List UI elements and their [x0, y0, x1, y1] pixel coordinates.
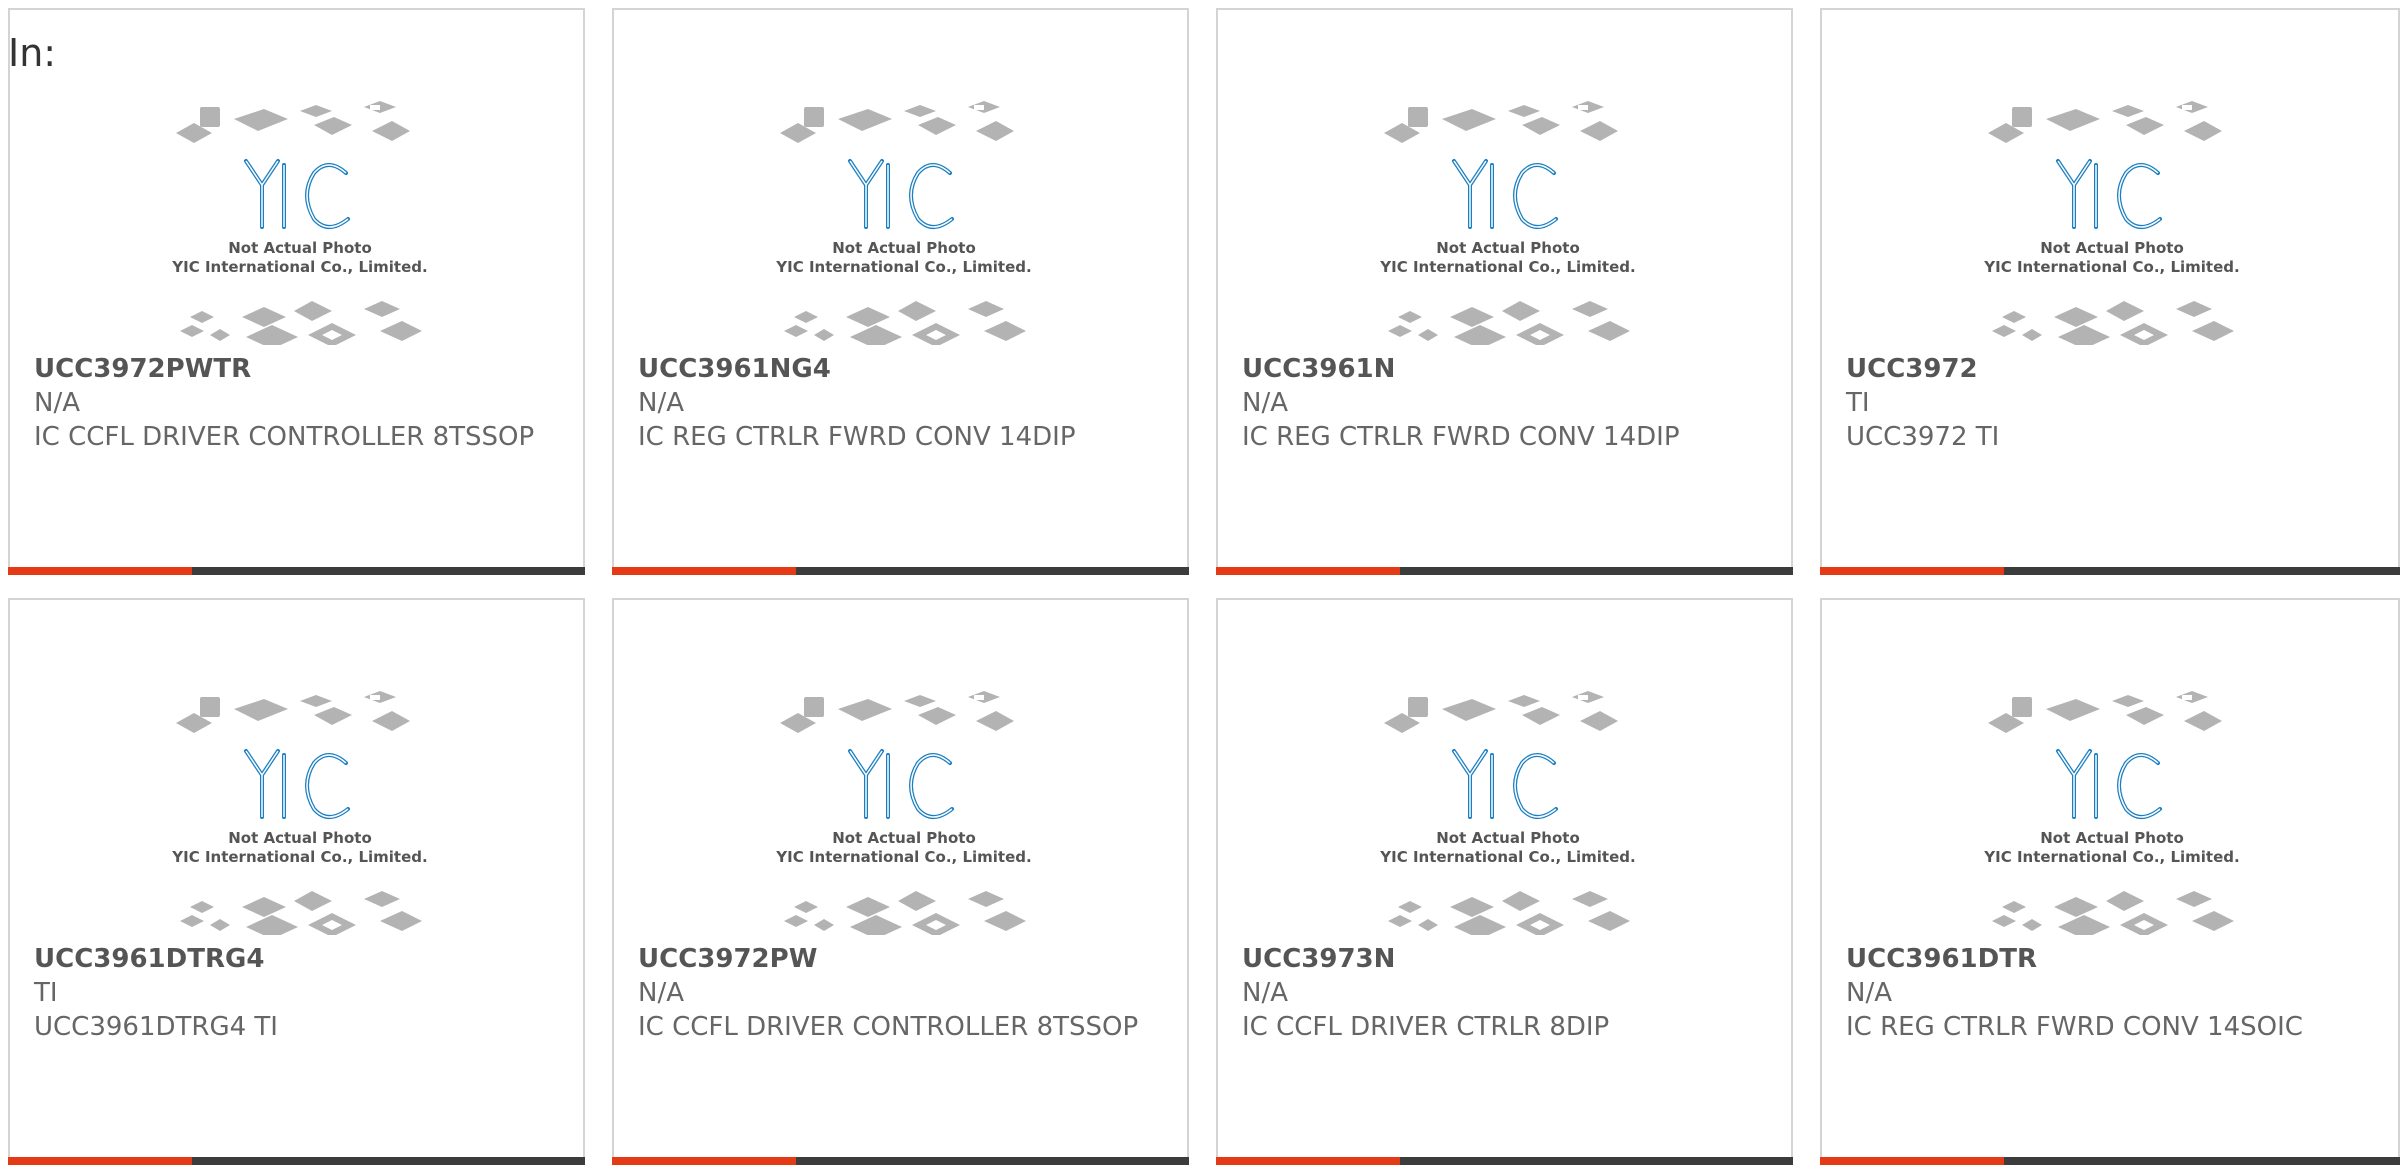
- part-number[interactable]: UCC3972PWTR: [34, 352, 559, 386]
- svg-text:Not Actual Photo: Not Actual Photo: [2040, 239, 2184, 257]
- svg-text:YIC International Co., Limited: YIC International Co., Limited.: [775, 848, 1031, 866]
- svg-text:YIC International Co., Limited: YIC International Co., Limited.: [1983, 848, 2239, 866]
- description: IC REG CTRLR FWRD CONV 14DIP: [638, 422, 1076, 452]
- card-bottom-bar: [1820, 567, 2400, 575]
- svg-text:Not Actual Photo: Not Actual Photo: [228, 829, 372, 847]
- page-heading: In:: [8, 31, 57, 75]
- manufacturer: N/A: [1242, 978, 1288, 1008]
- part-number[interactable]: UCC3973N: [1242, 942, 1767, 976]
- product-info: UCC3961NG4 N/A IC REG CTRLR FWRD CONV 14…: [638, 352, 1163, 454]
- card-bottom-bar: [8, 567, 585, 575]
- not-actual-photo-image: Not Actual Photo YIC International Co., …: [775, 691, 1032, 935]
- card-bottom-bar: [1216, 567, 1793, 575]
- svg-text:YIC International Co., Limited: YIC International Co., Limited.: [1379, 848, 1635, 866]
- product-info: UCC3961DTR N/A IC REG CTRLR FWRD CONV 14…: [1846, 942, 2374, 1044]
- product-card[interactable]: Not Actual Photo YIC International Co., …: [1216, 8, 1793, 575]
- part-number[interactable]: UCC3972PW: [638, 942, 1163, 976]
- product-info: UCC3972PWTR N/A IC CCFL DRIVER CONTROLLE…: [34, 352, 559, 454]
- card-accent: [1216, 567, 1400, 575]
- product-info: UCC3972 TI UCC3972 TI: [1846, 352, 2374, 454]
- description: IC CCFL DRIVER CONTROLLER 8TSSOP: [638, 1012, 1139, 1042]
- svg-text:Not Actual Photo: Not Actual Photo: [832, 829, 976, 847]
- part-number[interactable]: UCC3961DTR: [1846, 942, 2374, 976]
- manufacturer: TI: [1846, 388, 1870, 418]
- card-accent: [8, 567, 192, 575]
- description: UCC3972 TI: [1846, 422, 2000, 452]
- not-actual-photo-image: Not Actual Photo YIC International Co., …: [171, 101, 428, 345]
- product-card[interactable]: Not Actual Photo YIC International Co., …: [8, 598, 585, 1165]
- not-actual-photo-image: Not Actual Photo YIC International Co., …: [171, 691, 428, 935]
- card-accent: [612, 1157, 796, 1165]
- card-bottom-bar: [8, 1157, 585, 1165]
- manufacturer: N/A: [1846, 978, 1892, 1008]
- card-accent: [612, 567, 796, 575]
- card-accent: [1820, 567, 2004, 575]
- not-actual-photo-image: Not Actual Photo YIC International Co., …: [1983, 101, 2240, 345]
- part-number[interactable]: UCC3961N: [1242, 352, 1767, 386]
- svg-text:Not Actual Photo: Not Actual Photo: [2040, 829, 2184, 847]
- product-card[interactable]: Not Actual Photo YIC International Co., …: [612, 598, 1189, 1165]
- manufacturer: N/A: [638, 978, 684, 1008]
- description: IC REG CTRLR FWRD CONV 14SOIC: [1846, 1012, 2303, 1042]
- description: IC CCFL DRIVER CTRLR 8DIP: [1242, 1012, 1610, 1042]
- card-bottom-bar: [1216, 1157, 1793, 1165]
- card-bottom-bar: [612, 1157, 1189, 1165]
- product-card[interactable]: Not Actual Photo YIC International Co., …: [8, 8, 585, 575]
- svg-text:YIC International Co., Limited: YIC International Co., Limited.: [1379, 258, 1635, 276]
- card-bottom-bar: [1820, 1157, 2400, 1165]
- svg-text:YIC International Co., Limited: YIC International Co., Limited.: [171, 258, 427, 276]
- manufacturer: N/A: [34, 388, 80, 418]
- not-actual-photo-image: Not Actual Photo YIC International Co., …: [1983, 691, 2240, 935]
- product-card[interactable]: Not Actual Photo YIC International Co., …: [612, 8, 1189, 575]
- not-actual-photo-image: Not Actual Photo YIC International Co., …: [1379, 691, 1636, 935]
- part-number[interactable]: UCC3961DTRG4: [34, 942, 559, 976]
- product-info: UCC3961DTRG4 TI UCC3961DTRG4 TI: [34, 942, 559, 1044]
- product-grid: Not Actual Photo YIC International Co., …: [8, 8, 2400, 1165]
- description: UCC3961DTRG4 TI: [34, 1012, 278, 1042]
- product-info: UCC3972PW N/A IC CCFL DRIVER CONTROLLER …: [638, 942, 1163, 1044]
- part-number[interactable]: UCC3972: [1846, 352, 2374, 386]
- not-actual-photo-image: Not Actual Photo YIC International Co., …: [775, 101, 1032, 345]
- product-card[interactable]: Not Actual Photo YIC International Co., …: [1820, 8, 2400, 575]
- manufacturer: N/A: [1242, 388, 1288, 418]
- svg-text:YIC International Co., Limited: YIC International Co., Limited.: [775, 258, 1031, 276]
- manufacturer: TI: [34, 978, 58, 1008]
- not-actual-photo-image: Not Actual Photo YIC International Co., …: [1379, 101, 1636, 345]
- manufacturer: N/A: [638, 388, 684, 418]
- part-number[interactable]: UCC3961NG4: [638, 352, 1163, 386]
- card-accent: [8, 1157, 192, 1165]
- product-info: UCC3961N N/A IC REG CTRLR FWRD CONV 14DI…: [1242, 352, 1767, 454]
- svg-text:Not Actual Photo: Not Actual Photo: [832, 239, 976, 257]
- svg-text:Not Actual Photo: Not Actual Photo: [1436, 829, 1580, 847]
- card-accent: [1216, 1157, 1400, 1165]
- card-bottom-bar: [612, 567, 1189, 575]
- product-card[interactable]: Not Actual Photo YIC International Co., …: [1216, 598, 1793, 1165]
- svg-text:Not Actual Photo: Not Actual Photo: [228, 239, 372, 257]
- svg-text:YIC International Co., Limited: YIC International Co., Limited.: [1983, 258, 2239, 276]
- product-card[interactable]: Not Actual Photo YIC International Co., …: [1820, 598, 2400, 1165]
- description: IC CCFL DRIVER CONTROLLER 8TSSOP: [34, 422, 535, 452]
- description: IC REG CTRLR FWRD CONV 14DIP: [1242, 422, 1680, 452]
- svg-text:Not Actual Photo: Not Actual Photo: [1436, 239, 1580, 257]
- card-accent: [1820, 1157, 2004, 1165]
- product-info: UCC3973N N/A IC CCFL DRIVER CTRLR 8DIP: [1242, 942, 1767, 1044]
- svg-text:YIC International Co., Limited: YIC International Co., Limited.: [171, 848, 427, 866]
